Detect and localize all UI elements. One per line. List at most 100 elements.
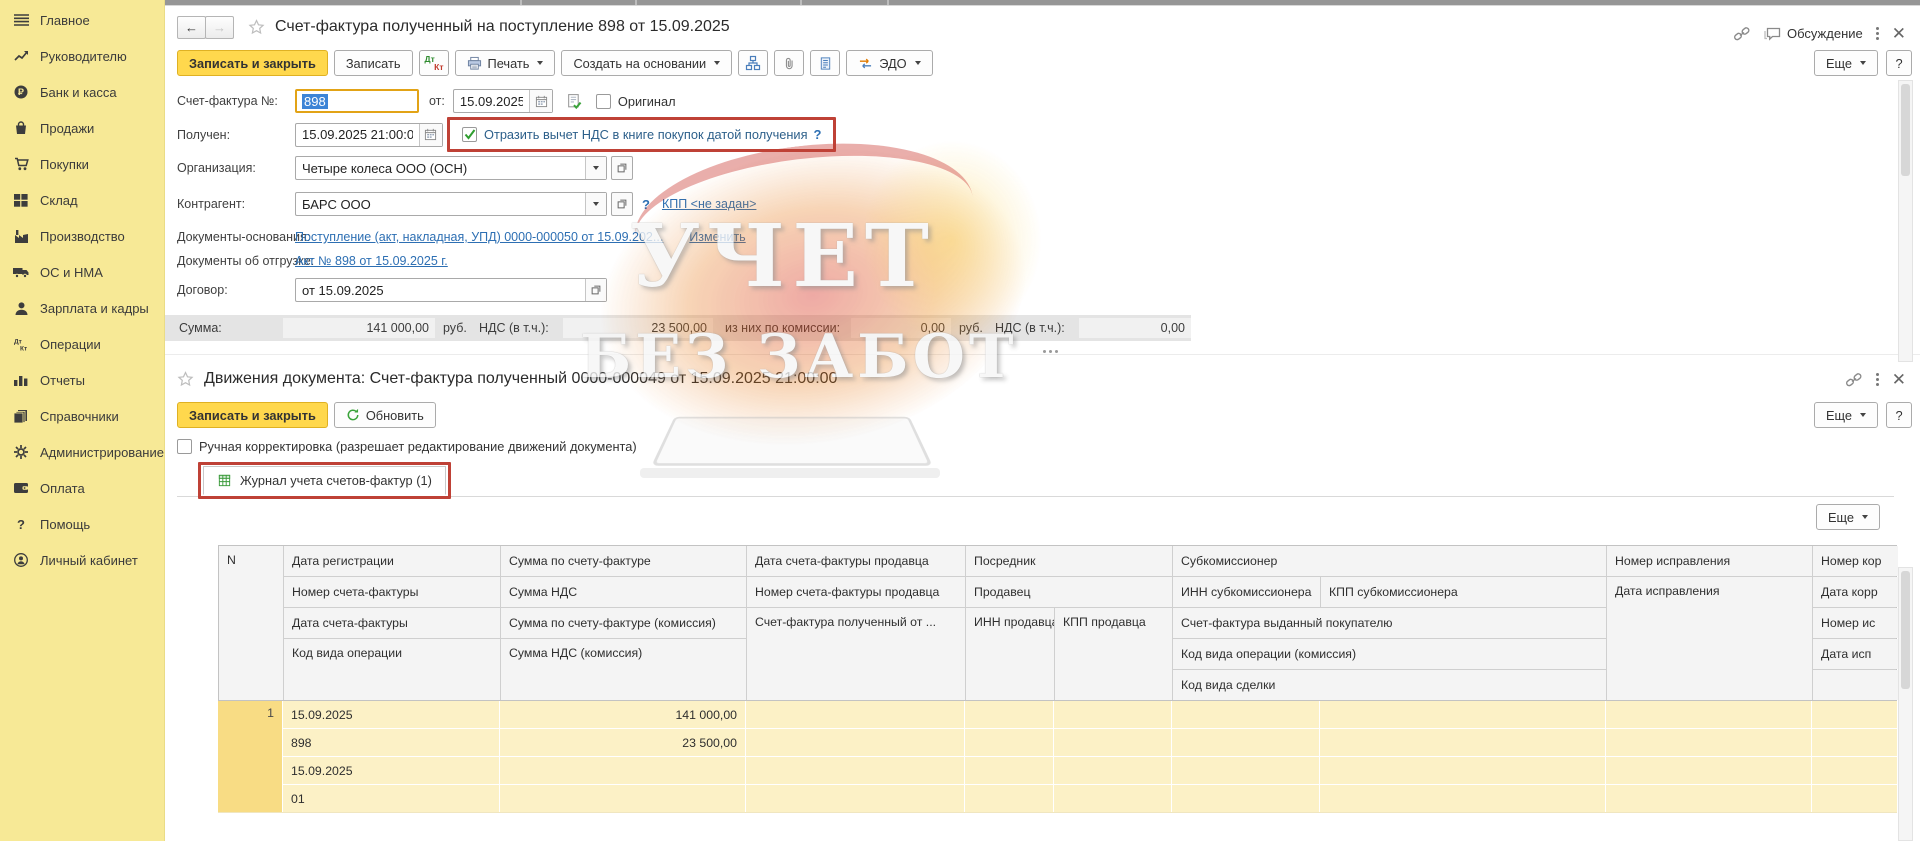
manual-adjustment-checkbox[interactable] <box>177 439 192 454</box>
table-cell[interactable] <box>1172 701 1319 728</box>
calendar-icon[interactable] <box>529 90 552 112</box>
table-cell[interactable]: 898 <box>283 729 499 756</box>
original-checkbox[interactable] <box>596 94 611 109</box>
received-datetime-input[interactable] <box>296 124 419 146</box>
shipping-document-link[interactable]: Акт № 898 от 15.09.2025 г. <box>295 254 448 268</box>
save-close-button[interactable]: Записать и закрыть <box>177 50 328 76</box>
sidebar-item-manager[interactable]: Руководителю <box>0 38 164 74</box>
create-based-on-button[interactable]: Создать на основании <box>561 50 732 76</box>
table-cell[interactable] <box>1320 701 1605 728</box>
table-cell[interactable] <box>746 729 964 756</box>
scrollbar-thumb[interactable] <box>1901 84 1910 176</box>
edo-button[interactable]: ЭДО <box>846 50 932 76</box>
more-button[interactable]: Еще <box>1814 402 1878 428</box>
table-cell[interactable]: 141 000,00 <box>500 701 745 728</box>
notes-button[interactable] <box>810 50 840 76</box>
sidebar-item-warehouse[interactable]: Склад <box>0 182 164 218</box>
more-menu-icon[interactable] <box>1876 373 1879 376</box>
sidebar-item-reports[interactable]: Отчеты <box>0 362 164 398</box>
sidebar-item-main[interactable]: Главное <box>0 2 164 38</box>
sidebar-item-production[interactable]: Производство <box>0 218 164 254</box>
attachments-button[interactable] <box>774 50 804 76</box>
tab-invoice-journal[interactable]: Журнал учета счетов-фактур (1) <box>203 466 446 495</box>
organization-combo[interactable] <box>296 157 585 179</box>
sidebar-item-administration[interactable]: Администрирование <box>0 434 164 470</box>
vat-deduction-checkbox[interactable] <box>462 127 477 142</box>
contract-input[interactable] <box>296 279 585 301</box>
sidebar-item-directories[interactable]: Справочники <box>0 398 164 434</box>
table-cell[interactable] <box>500 785 745 812</box>
table-cell[interactable] <box>1812 757 1897 784</box>
sidebar-item-payment[interactable]: Оплата <box>0 470 164 506</box>
sidebar-item-help[interactable]: ? Помощь <box>0 506 164 542</box>
table-cell[interactable] <box>746 785 964 812</box>
more-menu-icon[interactable] <box>1876 27 1879 30</box>
sidebar-item-sales[interactable]: Продажи <box>0 110 164 146</box>
table-cell[interactable] <box>1054 729 1171 756</box>
save-button[interactable]: Записать <box>334 50 413 76</box>
sidebar-item-operations[interactable]: ДтКт Операции <box>0 326 164 362</box>
table-cell[interactable] <box>1320 757 1605 784</box>
vat-help-link[interactable]: ? <box>814 127 822 142</box>
table-cell[interactable]: 15.09.2025 <box>283 701 499 728</box>
sidebar-item-purchases[interactable]: Покупки <box>0 146 164 182</box>
open-counterparty-button[interactable] <box>611 192 633 216</box>
scrollbar-thumb[interactable] <box>1901 571 1910 689</box>
discussion-button[interactable]: Обсуждение <box>1764 26 1863 41</box>
table-cell[interactable] <box>746 757 964 784</box>
refresh-button[interactable]: Обновить <box>334 402 436 428</box>
sidebar-item-personal-account[interactable]: Личный кабинет <box>0 542 164 578</box>
table-cell[interactable] <box>1172 785 1319 812</box>
table-cell[interactable] <box>1054 701 1171 728</box>
table-cell[interactable] <box>1054 757 1171 784</box>
change-link[interactable]: Изменить <box>689 230 745 244</box>
favorite-star-icon[interactable] <box>177 371 194 387</box>
copy-link-icon[interactable] <box>1733 26 1751 42</box>
form-scrollbar[interactable] <box>1898 80 1913 362</box>
table-cell[interactable] <box>1172 729 1319 756</box>
table-cell[interactable] <box>965 757 1053 784</box>
open-organization-button[interactable] <box>611 156 633 180</box>
table-cell-row-number[interactable]: 1 <box>218 701 282 812</box>
kpp-link[interactable]: КПП <не задан> <box>662 197 756 211</box>
sidebar-item-bank[interactable]: P Банк и касса <box>0 74 164 110</box>
table-cell[interactable] <box>1606 729 1811 756</box>
copy-link-icon[interactable] <box>1845 372 1863 388</box>
table-more-button[interactable]: Еще <box>1816 504 1880 530</box>
table-cell[interactable]: 01 <box>283 785 499 812</box>
back-button[interactable]: ← <box>177 16 206 39</box>
table-cell[interactable] <box>1606 757 1811 784</box>
more-button[interactable]: Еще <box>1814 50 1878 76</box>
base-document-link[interactable]: Поступление (акт, накладная, УПД) 0000-0… <box>295 230 663 244</box>
table-cell[interactable] <box>965 729 1053 756</box>
related-documents-button[interactable] <box>738 50 768 76</box>
combo-dropdown-button[interactable] <box>585 193 606 215</box>
forward-button[interactable]: → <box>205 16 234 39</box>
table-cell[interactable] <box>746 701 964 728</box>
open-contract-button[interactable] <box>585 279 606 301</box>
window-tabs-strip[interactable] <box>165 0 1920 6</box>
table-cell[interactable] <box>1812 729 1897 756</box>
table-scrollbar[interactable] <box>1898 567 1913 841</box>
close-icon[interactable]: ✕ <box>1892 371 1906 388</box>
table-cell[interactable] <box>1172 757 1319 784</box>
sidebar-item-fixed-assets[interactable]: ОС и НМА <box>0 254 164 290</box>
sidebar-item-payroll[interactable]: Зарплата и кадры <box>0 290 164 326</box>
close-icon[interactable]: ✕ <box>1892 25 1906 42</box>
dt-kt-button[interactable]: ДтКт <box>419 50 449 76</box>
help-button[interactable]: ? <box>1886 402 1912 428</box>
splitter-handle[interactable] <box>1043 350 1058 353</box>
table-cell[interactable] <box>1320 729 1605 756</box>
table-cell[interactable] <box>1812 701 1897 728</box>
favorite-star-icon[interactable] <box>248 19 265 35</box>
table-cell[interactable] <box>1320 785 1605 812</box>
document-check-icon[interactable] <box>566 93 583 110</box>
invoice-date-input[interactable] <box>454 90 529 112</box>
table-cell[interactable] <box>965 701 1053 728</box>
counterparty-combo[interactable] <box>296 193 585 215</box>
invoice-number-input[interactable]: 898 <box>295 89 419 113</box>
help-button[interactable]: ? <box>1886 50 1912 76</box>
table-cell[interactable] <box>1606 701 1811 728</box>
counterparty-help-link[interactable]: ? <box>642 197 650 212</box>
save-close-button[interactable]: Записать и закрыть <box>177 402 328 428</box>
